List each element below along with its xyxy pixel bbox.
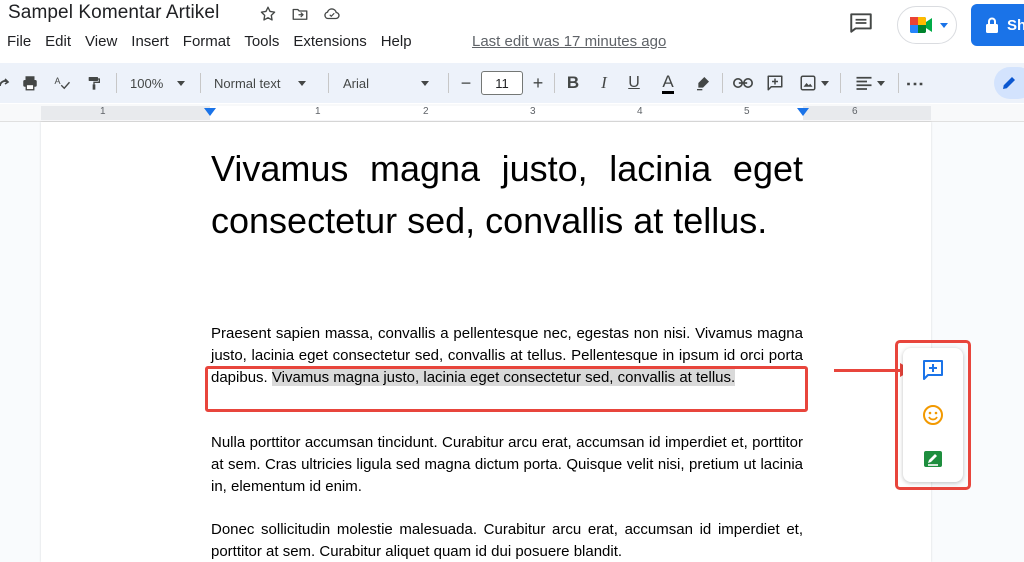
document-title[interactable]: Sampel Komentar Artikel — [8, 2, 219, 24]
style-select[interactable]: Normal text — [214, 63, 318, 103]
menu-tools[interactable]: Tools — [244, 33, 279, 50]
menu-file[interactable]: File — [7, 33, 31, 50]
highlight-icon[interactable] — [692, 63, 714, 103]
insert-comment-icon[interactable] — [764, 63, 786, 103]
menu-help[interactable]: Help — [381, 33, 412, 50]
title-bar: Sampel Komentar Artikel File Edit View I… — [0, 0, 1024, 60]
share-button[interactable]: Sh — [971, 4, 1024, 46]
zoom-value: 100% — [130, 75, 164, 91]
toolbar-divider — [200, 73, 201, 93]
move-folder-icon[interactable] — [290, 4, 310, 24]
font-size-input[interactable]: 11 — [481, 71, 523, 95]
share-label: Sh — [1007, 16, 1024, 34]
paragraph-2[interactable]: Nulla porttitor accumsan tincidunt. Cura… — [211, 432, 803, 498]
title-icons — [258, 4, 342, 24]
meet-dropdown-icon — [940, 22, 948, 28]
text-color-button[interactable]: A — [655, 63, 681, 103]
image-dropdown-icon — [821, 80, 829, 86]
font-value: Arial — [343, 75, 370, 91]
zoom-dropdown-icon — [177, 80, 186, 86]
toolbar-divider — [722, 73, 723, 93]
menu-edit[interactable]: Edit — [45, 33, 71, 50]
annotation-arrow — [834, 369, 904, 372]
toolbar: A 100% Normal text Arial − 11 + B I U A — [0, 63, 1024, 103]
underline-button[interactable]: U — [624, 63, 644, 103]
editing-mode-button[interactable] — [994, 67, 1024, 99]
insert-image-icon — [800, 75, 816, 91]
print-icon[interactable] — [18, 63, 42, 103]
menu-bar: File Edit View Insert Format Tools Exten… — [7, 33, 426, 50]
ruler-number: 6 — [852, 106, 858, 117]
decrease-font-size-button[interactable]: − — [456, 63, 476, 103]
more-options-icon: ⋮ — [904, 74, 925, 92]
menu-view[interactable]: View — [85, 33, 117, 50]
meet-button[interactable] — [897, 6, 957, 44]
right-indent-marker[interactable] — [797, 108, 809, 116]
ruler-number: 5 — [744, 106, 750, 117]
ruler-number: 4 — [637, 106, 643, 117]
paint-format-icon[interactable] — [82, 63, 106, 103]
insert-link-icon[interactable] — [732, 63, 754, 103]
ruler: 1 1 2 3 4 5 6 — [0, 104, 1024, 122]
toolbar-divider — [554, 73, 555, 93]
spellcheck-icon[interactable]: A — [50, 63, 74, 103]
comment-history-icon — [850, 13, 872, 33]
left-indent-marker[interactable] — [204, 108, 216, 116]
meet-icon — [910, 17, 932, 33]
increase-font-size-button[interactable]: + — [528, 63, 548, 103]
document-heading[interactable]: Vivamus magna justo, lacinia eget consec… — [211, 143, 803, 247]
last-edit-link[interactable]: Last edit was 17 minutes ago — [472, 33, 666, 50]
more-options-button[interactable]: ⋮ — [904, 63, 925, 103]
ruler-right-margin[interactable] — [803, 106, 931, 120]
zoom-select[interactable]: 100% — [130, 63, 190, 103]
paragraph-3[interactable]: Donec sollicitudin molestie malesuada. C… — [211, 519, 803, 562]
style-dropdown-icon — [298, 80, 307, 86]
side-panel-highlight-box — [895, 340, 971, 490]
align-left-icon — [856, 76, 872, 90]
comment-history-button[interactable] — [848, 10, 874, 36]
selection-highlight-box — [205, 366, 808, 412]
align-button[interactable] — [850, 63, 890, 103]
svg-text:A: A — [55, 76, 61, 86]
font-dropdown-icon — [421, 80, 430, 86]
toolbar-divider — [116, 73, 117, 93]
toolbar-divider — [328, 73, 329, 93]
toolbar-divider — [898, 73, 899, 93]
ruler-number: 3 — [530, 106, 536, 117]
toolbar-divider — [448, 73, 449, 93]
ruler-number: 1 — [100, 106, 106, 117]
lock-icon — [986, 17, 998, 33]
star-icon[interactable] — [258, 4, 278, 24]
style-value: Normal text — [214, 75, 281, 91]
insert-image-button[interactable] — [796, 63, 832, 103]
italic-button[interactable]: I — [594, 63, 614, 103]
menu-extensions[interactable]: Extensions — [293, 33, 366, 50]
text-color-icon: A — [662, 72, 674, 94]
align-dropdown-icon — [877, 80, 885, 86]
redo-icon[interactable] — [0, 63, 12, 103]
pencil-icon — [1003, 77, 1015, 89]
cloud-saved-icon[interactable] — [322, 4, 342, 24]
menu-format[interactable]: Format — [183, 33, 231, 50]
menu-insert[interactable]: Insert — [131, 33, 169, 50]
font-select[interactable]: Arial — [343, 63, 443, 103]
bold-button[interactable]: B — [563, 63, 583, 103]
ruler-left-margin[interactable] — [41, 106, 210, 120]
ruler-number: 2 — [423, 106, 429, 117]
ruler-number: 1 — [315, 106, 321, 117]
toolbar-divider — [840, 73, 841, 93]
